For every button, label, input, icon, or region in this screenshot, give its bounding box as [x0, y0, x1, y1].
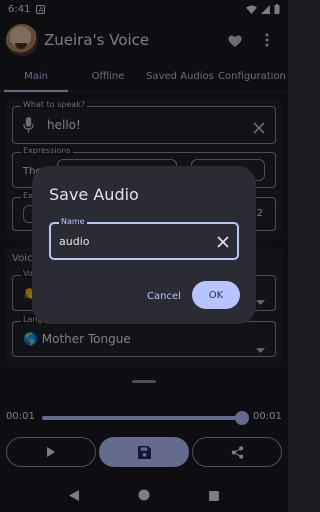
dialog-title: Save Audio: [49, 185, 139, 204]
save-audio-dialog: Save Audio Name Cancel OK: [32, 166, 256, 324]
audio-name-field[interactable]: Name: [49, 217, 239, 260]
audio-name-label: Name: [59, 217, 87, 226]
clear-icon[interactable]: [217, 233, 229, 252]
cancel-button[interactable]: Cancel: [140, 283, 188, 309]
audio-name-input[interactable]: [59, 232, 209, 250]
ok-button[interactable]: OK: [192, 281, 240, 309]
